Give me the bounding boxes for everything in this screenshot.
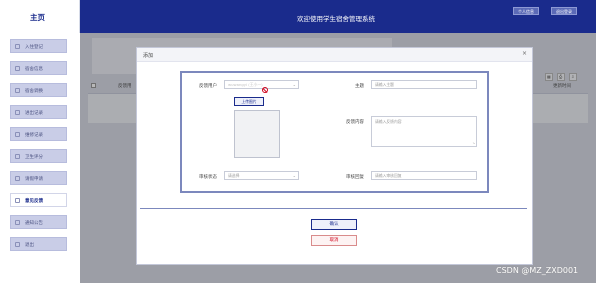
logout-button[interactable]: 退出登录 <box>551 7 577 15</box>
sidebar-item-label: 宿舍调换 <box>25 89 43 94</box>
confirm-button[interactable]: 确认 <box>311 219 357 230</box>
sidebar-item-dorm-swap[interactable]: 宿舍调换 <box>10 83 67 97</box>
phone-icon <box>15 66 20 71</box>
sidebar-item-notices[interactable]: 通知公告 <box>10 215 67 229</box>
subject-label: 主题 <box>355 84 364 89</box>
content-textarea[interactable]: 请输入反馈内容 ↘ <box>371 116 477 147</box>
not-allowed-icon <box>262 87 268 93</box>
chevron-down-icon: ⌄ <box>292 82 296 87</box>
feedback-user-value: wuwangyi (王小一) <box>228 82 263 87</box>
exit-icon <box>15 242 20 247</box>
sidebar-item-access-log[interactable]: 进出记录 <box>10 105 67 119</box>
review-status-select[interactable]: 请选择 ⌄ <box>224 171 299 180</box>
book-icon <box>15 44 20 49</box>
review-reply-input[interactable]: 请输入审核回复 <box>371 171 477 180</box>
content-label: 反馈内容 <box>346 120 364 125</box>
resize-grip-icon[interactable]: ↘ <box>472 141 475 145</box>
profile-button[interactable]: 个人信息 <box>513 7 539 15</box>
swap-icon <box>15 88 20 93</box>
review-reply-label: 审核回复 <box>346 175 364 180</box>
sidebar-item-label: 维修记录 <box>25 133 43 138</box>
csdn-watermark: CSDN @MZ_ZXD001 <box>496 266 579 275</box>
feedback-icon <box>15 198 20 203</box>
cancel-button[interactable]: 取消 <box>311 235 357 246</box>
sidebar-item-label: 意见反馈 <box>25 199 43 204</box>
sidebar-item-repairs[interactable]: 维修记录 <box>10 127 67 141</box>
sidebar-item-label: 入住登记 <box>25 45 43 50</box>
upload-image-button[interactable]: 上传图片 <box>234 97 264 106</box>
book-icon <box>15 176 20 181</box>
sidebar-item-label: 进出记录 <box>25 111 43 116</box>
feedback-user-label: 反馈用户 <box>199 84 217 89</box>
dialog-title: 添加 <box>143 53 154 59</box>
eye-icon <box>15 132 20 137</box>
sidebar: 入住登记 宿舍信息 宿舍调换 进出记录 维修记录 卫生评分 请假申请 意见反馈 … <box>0 33 80 283</box>
review-status-placeholder: 请选择 <box>228 173 240 178</box>
dialog-divider <box>140 208 527 209</box>
close-icon[interactable]: × <box>522 51 527 57</box>
bell-icon <box>15 220 20 225</box>
dialog-header: 添加 × <box>137 48 532 62</box>
sidebar-item-label: 通知公告 <box>25 221 43 226</box>
sidebar-item-hygiene[interactable]: 卫生评分 <box>10 149 67 163</box>
sidebar-item-exit[interactable]: 退出 <box>10 237 67 251</box>
phone-icon <box>15 154 20 159</box>
sidebar-item-label: 卫生评分 <box>25 155 43 160</box>
image-preview <box>234 110 280 158</box>
content-placeholder: 请输入反馈内容 <box>375 119 402 124</box>
top-header: 主页 欢迎使用学生宿舍管理系统 个人信息 退出登录 <box>0 0 596 33</box>
sidebar-item-checkin[interactable]: 入住登记 <box>10 39 67 53</box>
subject-input[interactable]: 请输入主题 <box>371 80 477 89</box>
chevron-down-icon: ⌄ <box>292 173 296 178</box>
sidebar-item-feedback[interactable]: 意见反馈 <box>10 193 67 207</box>
review-status-label: 审核状态 <box>199 175 217 180</box>
sidebar-item-leave[interactable]: 请假申请 <box>10 171 67 185</box>
sidebar-item-label: 退出 <box>25 243 34 248</box>
sidebar-item-label: 请假申请 <box>25 177 43 182</box>
sidebar-item-label: 宿舍信息 <box>25 67 43 72</box>
list-icon <box>15 110 20 115</box>
app-title: 欢迎使用学生宿舍管理系统 <box>297 15 375 23</box>
sidebar-item-dorm-info[interactable]: 宿舍信息 <box>10 61 67 75</box>
